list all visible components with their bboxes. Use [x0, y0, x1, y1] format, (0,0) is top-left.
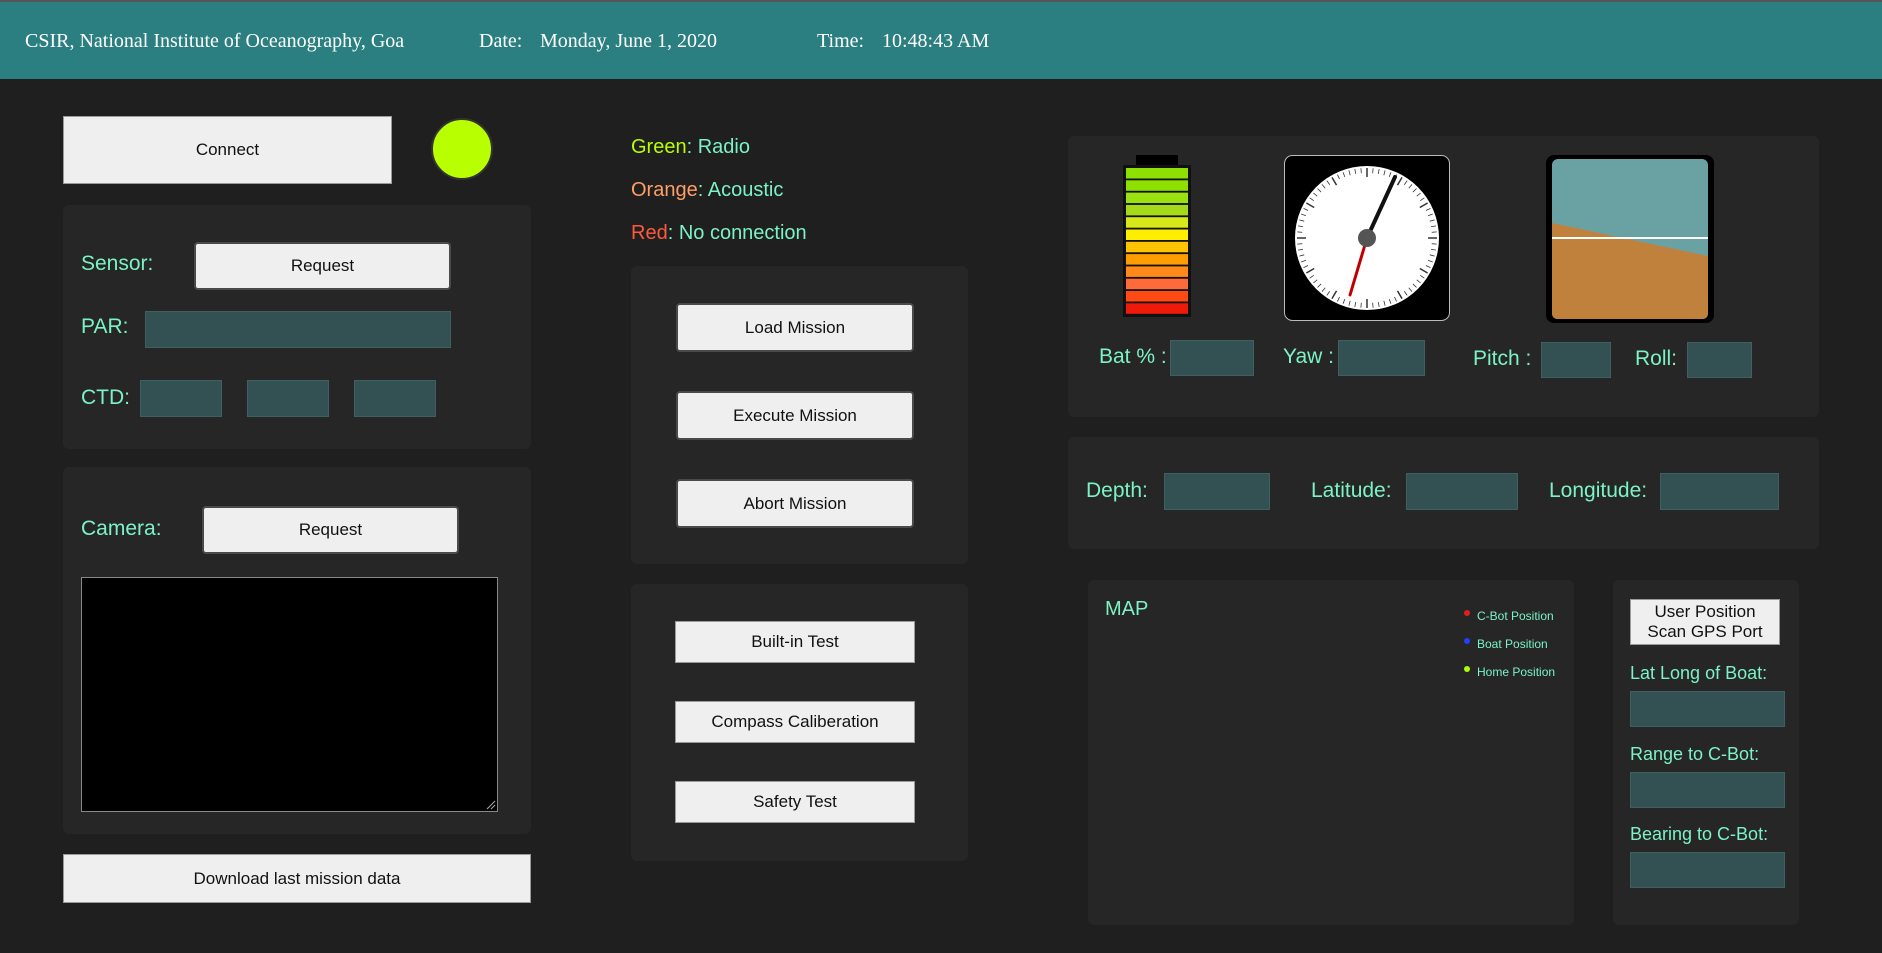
- legend-orange: Orange: Acoustic: [631, 179, 783, 202]
- roll-field[interactable]: [1687, 342, 1752, 378]
- abort-mission-button[interactable]: Abort Mission: [676, 479, 914, 528]
- par-field[interactable]: [145, 311, 451, 348]
- map-legend-cbot: C-Bot Position: [1477, 609, 1554, 623]
- lat-long-of-boat-label: Lat Long of Boat:: [1630, 663, 1768, 683]
- time-label: Time:: [817, 30, 865, 52]
- boat-position-dot-icon: [1464, 638, 1470, 644]
- organization-title: CSIR, National Institute of Oceanography…: [25, 30, 405, 52]
- range-to-cbot-field[interactable]: [1630, 772, 1785, 808]
- map-legend-boat: Boat Position: [1477, 637, 1548, 651]
- range-to-cbot-label: Range to C-Bot:: [1630, 744, 1760, 764]
- yaw-label: Yaw :: [1283, 345, 1334, 368]
- longitude-field[interactable]: [1660, 473, 1779, 510]
- pitch-field[interactable]: [1541, 342, 1611, 378]
- home-position-dot-icon: [1464, 666, 1470, 672]
- legend-green: Green: Radio: [631, 136, 750, 159]
- execute-mission-button[interactable]: Execute Mission: [676, 391, 914, 440]
- sensor-label: Sensor:: [81, 252, 154, 275]
- ctd-field-3[interactable]: [354, 380, 436, 417]
- depth-label: Depth:: [1086, 479, 1148, 502]
- camera-label: Camera:: [81, 517, 162, 540]
- battery-label: Bat % :: [1099, 345, 1167, 368]
- longitude-label: Longitude:: [1549, 479, 1648, 502]
- camera-request-button[interactable]: Request: [202, 506, 459, 554]
- par-label: PAR:: [81, 315, 129, 338]
- date-label: Date:: [479, 30, 523, 52]
- lat-long-of-boat-field[interactable]: [1630, 691, 1785, 727]
- battery-field[interactable]: [1170, 340, 1254, 376]
- legend-red: Red: No connection: [631, 222, 807, 245]
- ctd-field-2[interactable]: [247, 380, 329, 417]
- scan-gps-port-label: Scan GPS Port: [1647, 622, 1763, 641]
- download-mission-data-button[interactable]: Download last mission data: [63, 854, 531, 903]
- legend-orange-word: Orange: [631, 179, 698, 201]
- map-legend-home: Home Position: [1477, 665, 1556, 679]
- battery-gauge-icon: [1123, 155, 1191, 317]
- pitch-label: Pitch :: [1473, 347, 1532, 370]
- legend-red-word: Red: [631, 222, 668, 244]
- legend-green-meaning: : Radio: [686, 136, 750, 158]
- user-position-scan-gps-button[interactable]: User Position Scan GPS Port: [1630, 599, 1780, 645]
- sensor-request-button[interactable]: Request: [194, 242, 451, 290]
- compass-calibration-button[interactable]: Compass Caliberation: [675, 701, 915, 743]
- user-position-label: User Position: [1654, 602, 1756, 621]
- compass-icon: [1284, 155, 1450, 321]
- legend-green-word: Green: [631, 136, 687, 158]
- latitude-label: Latitude:: [1311, 479, 1392, 502]
- bearing-to-cbot-label: Bearing to C-Bot:: [1630, 824, 1769, 844]
- connect-button[interactable]: Connect: [63, 116, 392, 184]
- map-panel[interactable]: [1088, 580, 1574, 925]
- attitude-indicator-icon: [1546, 155, 1714, 323]
- bearing-to-cbot-field[interactable]: [1630, 852, 1785, 888]
- ctd-label: CTD:: [81, 386, 130, 409]
- map-title: MAP: [1105, 598, 1149, 620]
- connection-status-indicator: [431, 118, 493, 180]
- ctd-field-1[interactable]: [140, 380, 222, 417]
- builtin-test-button[interactable]: Built-in Test: [675, 621, 915, 663]
- depth-field[interactable]: [1164, 473, 1270, 510]
- app-header: CSIR, National Institute of Oceanography…: [0, 0, 1882, 79]
- yaw-field[interactable]: [1338, 340, 1425, 376]
- roll-label: Roll:: [1635, 347, 1678, 370]
- legend-red-meaning: : No connection: [667, 222, 807, 244]
- date-value: Monday, June 1, 2020: [540, 30, 718, 52]
- camera-feed[interactable]: [81, 577, 498, 812]
- resize-handle-icon[interactable]: [486, 800, 496, 810]
- safety-test-button[interactable]: Safety Test: [675, 781, 915, 823]
- cbot-position-dot-icon: [1464, 610, 1470, 616]
- legend-orange-meaning: : Acoustic: [697, 179, 784, 201]
- time-value: 10:48:43 AM: [882, 30, 990, 52]
- latitude-field[interactable]: [1406, 473, 1518, 510]
- load-mission-button[interactable]: Load Mission: [676, 303, 914, 352]
